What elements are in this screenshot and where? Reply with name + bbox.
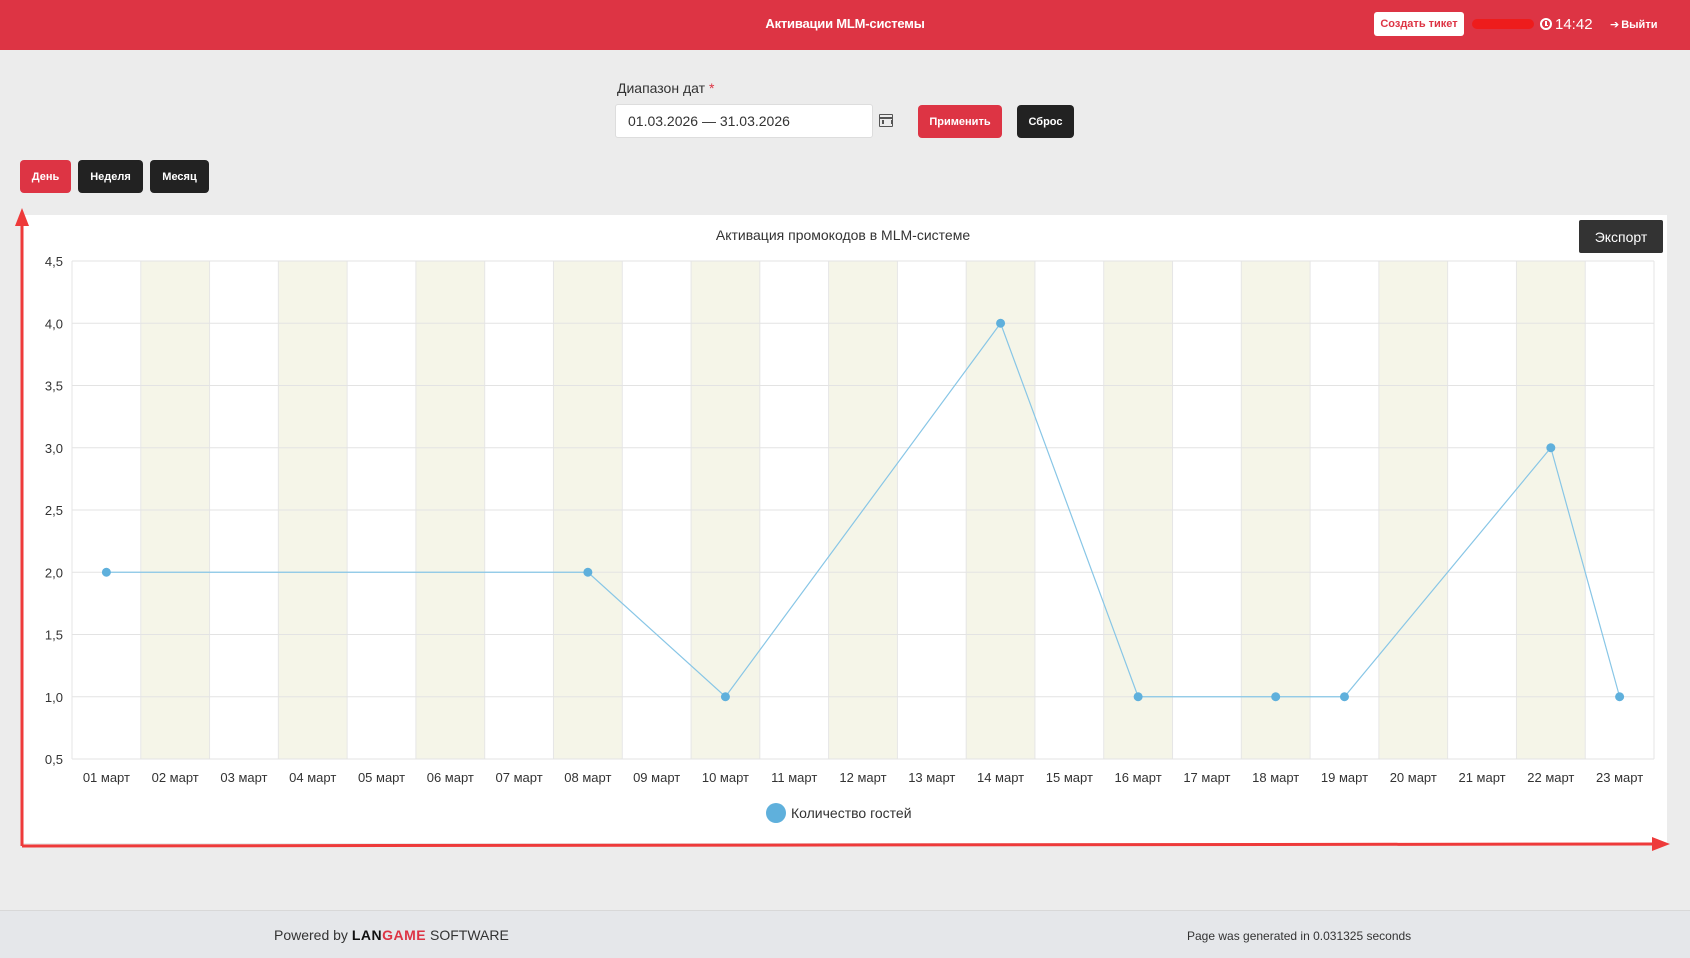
y-tick-label: 1,0 [45,690,63,705]
legend-marker [766,803,786,823]
x-tick-label: 21 март [1458,770,1505,785]
activation-chart: 4,5 4,0 3,5 3,0 2,5 2,0 1,5 1,0 0,5 01 март 02 мар… [15,208,1670,851]
annotation-arrow-horizontal [21,842,1653,848]
data-point [1546,443,1556,453]
x-tick-label: 10 март [702,770,749,785]
x-tick-label: 16 март [1115,770,1162,785]
y-tick-label: 2,0 [45,565,63,580]
brand-game: GAME [382,927,427,943]
x-tick-label: 14 март [977,770,1024,785]
annotation-arrowhead-up [15,208,29,226]
x-tick-label: 13 март [908,770,955,785]
legend-label: Количество гостей [791,805,912,821]
data-point [1339,692,1349,702]
data-point [101,567,111,577]
x-tick-label: 15 март [1046,770,1093,785]
export-button[interactable]: Экспорт [1579,220,1663,253]
y-tick-label: 0,5 [45,752,63,767]
data-point [1133,692,1143,702]
footer: Powered by LANGAME SOFTWARE Page was gen… [0,910,1690,958]
chart-title: Активация промокодов в MLM-системе [716,227,970,243]
x-tick-label: 01 март [83,770,130,785]
x-tick-label: 08 март [564,770,611,785]
data-point [1615,692,1625,702]
data-point [996,318,1006,328]
annotation-arrowhead-right [1652,837,1670,851]
x-tick-label: 02 март [152,770,199,785]
data-point [583,567,593,577]
y-tick-label: 4,5 [45,254,63,269]
x-tick-label: 11 март [771,770,817,785]
x-tick-label: 20 март [1390,770,1437,785]
x-tick-label: 22 март [1527,770,1574,785]
x-tick-label: 04 март [289,770,336,785]
y-tick-label: 1,5 [45,628,63,643]
brand-lan: LAN [351,927,383,943]
x-tick-label: 23 март [1596,770,1643,785]
data-point [720,692,730,702]
x-tick-label: 18 март [1252,770,1299,785]
x-tick-label: 05 март [358,770,405,785]
x-tick-label: 19 март [1321,770,1368,785]
y-tick-label: 3,0 [45,441,63,456]
y-tick-label: 3,5 [45,379,63,394]
x-tick-label: 03 март [220,770,267,785]
x-tick-label: 06 март [427,770,474,785]
data-point [1271,692,1281,702]
x-tick-label: 12 март [839,770,886,785]
x-tick-label: 17 март [1183,770,1230,785]
powered-by: Powered by LANGAME SOFTWARE [274,927,509,943]
y-tick-label: 4,0 [45,316,63,331]
y-tick-label: 2,5 [45,503,63,518]
generation-time: Page was generated in 0.031325 seconds [1187,929,1412,943]
x-tick-label: 07 март [496,770,543,785]
x-tick-label: 09 март [633,770,680,785]
